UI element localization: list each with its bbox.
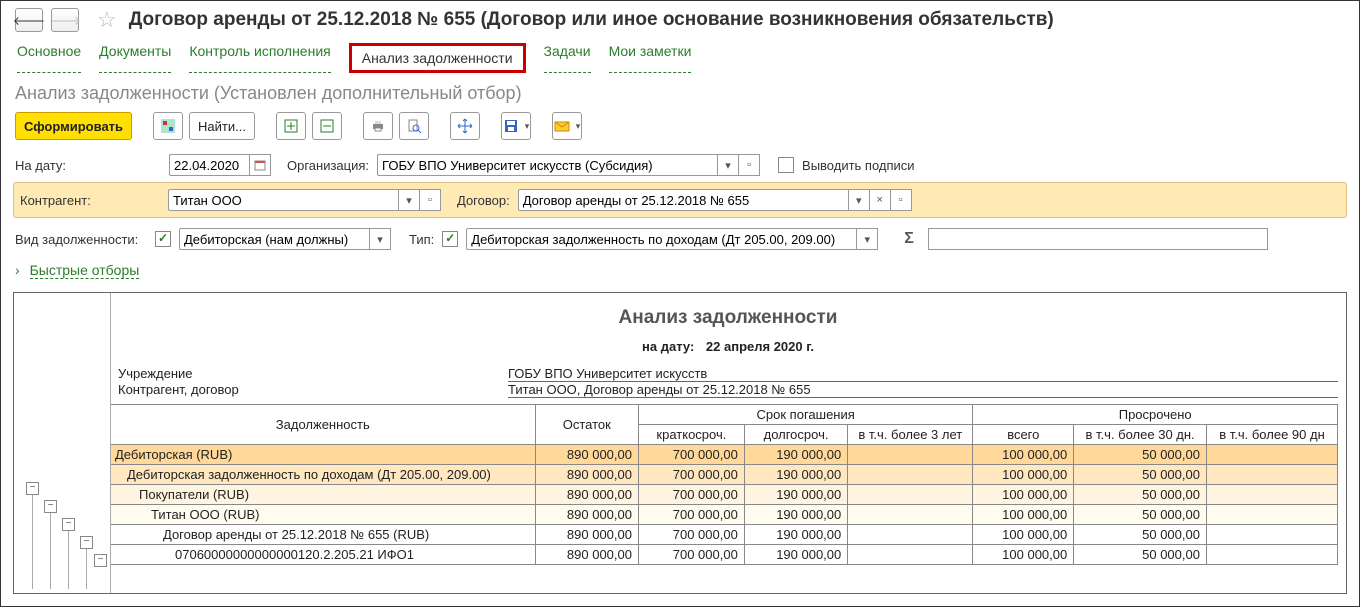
table-row[interactable]: Дебиторская задолженность по доходам (Дт… [111, 465, 1338, 485]
col-name: Задолженность [111, 405, 536, 445]
forward-button[interactable]: 🡒 [51, 8, 79, 32]
contract-dropdown-button[interactable]: ▾ [848, 189, 870, 211]
tabs-bar: Основное Документы Контроль исполнения А… [1, 37, 1359, 83]
magnifier-page-icon [406, 118, 422, 134]
type-dropdown-button[interactable]: ▾ [856, 228, 878, 250]
expand-icon-button[interactable] [276, 112, 306, 140]
col-repay: Срок погашения [638, 405, 972, 425]
tab-main[interactable]: Основное [17, 43, 81, 73]
col-over30: в т.ч. более 30 дн. [1074, 425, 1207, 445]
contract-input[interactable] [518, 189, 848, 211]
org-input[interactable] [377, 154, 717, 176]
date-label: На дату: [15, 158, 161, 173]
diskette-icon [503, 118, 519, 134]
collapse-icon-button[interactable] [312, 112, 342, 140]
chevron-down-icon: ▾ [576, 121, 581, 132]
report-title: Анализ задолженности [110, 293, 1346, 333]
table-row[interactable]: Покупатели (RUB)890 000,00700 000,00190 … [111, 485, 1338, 505]
type-input[interactable] [466, 228, 856, 250]
counterparty-label: Контрагент: [20, 193, 160, 208]
tree-node[interactable]: − [26, 482, 39, 495]
move-button[interactable] [450, 112, 480, 140]
date-picker-button[interactable] [249, 154, 271, 176]
table-row[interactable]: Дебиторская (RUB)890 000,00700 000,00190… [111, 445, 1338, 465]
report-date-row: на дату: 22 апреля 2020 г. [110, 333, 1346, 366]
tree-node[interactable]: − [80, 536, 93, 549]
type-label: Тип: [409, 232, 434, 247]
table-row[interactable]: 07060000000000000120.2.205.21 ИФО1890 00… [111, 545, 1338, 565]
settings-icon-button[interactable] [153, 112, 183, 140]
contract-open-button[interactable]: ▫ [891, 189, 912, 211]
col-over90: в т.ч. более 90 дн [1206, 425, 1337, 445]
mail-button[interactable]: ▾ [552, 112, 582, 140]
type-checkbox[interactable] [442, 231, 458, 247]
col-total: всего [973, 425, 1074, 445]
debt-kind-label: Вид задолженности: [15, 232, 147, 247]
tab-documents[interactable]: Документы [99, 43, 171, 73]
preview-button[interactable] [399, 112, 429, 140]
chevron-right-icon: › [15, 262, 20, 278]
save-button[interactable]: ▾ [501, 112, 531, 140]
subtitle: Анализ задолженности (Установлен дополни… [1, 83, 1359, 112]
find-button-label: Найти... [198, 119, 246, 134]
meta-org-value: ГОБУ ВПО Университет искусств [508, 366, 1338, 382]
quick-filters-label: Быстрые отборы [30, 262, 140, 279]
tab-tasks[interactable]: Задачи [544, 43, 591, 73]
debt-kind-input[interactable] [179, 228, 369, 250]
col-overdue: Просрочено [973, 405, 1338, 425]
report-date-label: на дату: [642, 339, 694, 354]
page-title: Договор аренды от 25.12.2018 № 655 (Дого… [129, 9, 1054, 31]
tab-analysis[interactable]: Анализ задолженности [349, 43, 526, 73]
table-row[interactable]: Титан ООО (RUB)890 000,00700 000,00190 0… [111, 505, 1338, 525]
col-over3: в т.ч. более 3 лет [848, 425, 973, 445]
contract-clear-button[interactable]: × [870, 189, 891, 211]
find-button[interactable]: Найти... [189, 112, 255, 140]
print-button[interactable] [363, 112, 393, 140]
settings-icon [160, 118, 176, 134]
tree-node[interactable]: − [44, 500, 57, 513]
expand-icon [283, 118, 299, 134]
counterparty-open-button[interactable]: ▫ [420, 189, 441, 211]
counterparty-dropdown-button[interactable]: ▾ [398, 189, 420, 211]
report-table: Задолженность Остаток Срок погашения Про… [110, 404, 1338, 565]
debt-kind-checkbox[interactable] [155, 231, 171, 247]
envelope-icon [554, 118, 570, 134]
calendar-icon [254, 159, 266, 171]
back-button[interactable]: 🡐 [15, 8, 43, 32]
col-short: краткосроч. [638, 425, 744, 445]
meta-contr-label: Контрагент, договор [118, 382, 508, 398]
debt-kind-dropdown-button[interactable]: ▾ [369, 228, 391, 250]
filter-panel-highlight: Контрагент: ▾ ▫ Договор: ▾ × ▫ [13, 182, 1347, 218]
org-dropdown-button[interactable]: ▾ [717, 154, 739, 176]
sign-label: Выводить подписи [802, 158, 915, 173]
sign-checkbox[interactable] [778, 157, 794, 173]
meta-contr-value: Титан ООО, Договор аренды от 25.12.2018 … [508, 382, 1338, 398]
sum-input[interactable] [928, 228, 1268, 250]
col-long: долгосроч. [744, 425, 847, 445]
chevron-down-icon: ▾ [525, 121, 530, 132]
arrows-cross-icon [457, 118, 473, 134]
table-row[interactable]: Договор аренды от 25.12.2018 № 655 (RUB)… [111, 525, 1338, 545]
toolbar: Сформировать Найти... ▾ [1, 112, 1359, 150]
date-input[interactable] [169, 154, 249, 176]
tab-notes[interactable]: Мои заметки [609, 43, 692, 73]
meta-org-label: Учреждение [118, 366, 508, 382]
favorite-star-icon[interactable]: ☆ [97, 7, 117, 33]
org-label: Организация: [287, 158, 369, 173]
quick-filters-toggle[interactable]: › Быстрые отборы [1, 256, 1359, 288]
collapse-icon [319, 118, 335, 134]
printer-icon [370, 118, 386, 134]
outline-column: − − − − − [14, 293, 111, 593]
run-report-button[interactable]: Сформировать [15, 112, 132, 140]
contract-label: Договор: [457, 193, 510, 208]
col-balance: Остаток [535, 405, 638, 445]
tree-node[interactable]: − [94, 554, 107, 567]
sigma-icon: Σ [904, 230, 914, 248]
tree-node[interactable]: − [62, 518, 75, 531]
report-date-value: 22 апреля 2020 г. [706, 339, 814, 354]
counterparty-input[interactable] [168, 189, 398, 211]
tab-control[interactable]: Контроль исполнения [189, 43, 330, 73]
org-open-button[interactable]: ▫ [739, 154, 760, 176]
